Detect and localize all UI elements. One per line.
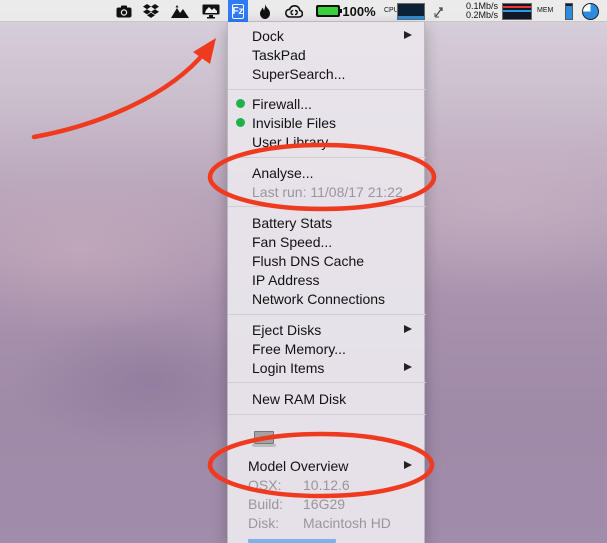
submenu-arrow-icon xyxy=(404,325,412,333)
camera-icon[interactable] xyxy=(114,0,134,22)
menu-item-invisible-files[interactable]: Invisible Files xyxy=(228,113,426,132)
menu-item-battery-stats[interactable]: Battery Stats xyxy=(228,213,426,232)
laptop-icon xyxy=(252,431,276,447)
menu-item-login-items[interactable]: Login Items xyxy=(228,358,426,377)
menu-item-ip-address[interactable]: IP Address xyxy=(228,270,426,289)
menu-item-analyse[interactable]: Analyse... xyxy=(228,163,426,182)
info-row-disk: Disk: Macintosh HD xyxy=(248,514,391,531)
menu-item-flush-dns[interactable]: Flush DNS Cache xyxy=(228,251,426,270)
network-speed[interactable]: 0.1Mb/s 0.2Mb/s xyxy=(452,0,498,22)
net-down-text: 0.2Mb/s xyxy=(465,10,498,20)
info-row-build: Build: 16G29 xyxy=(248,495,346,512)
battery-icon[interactable] xyxy=(314,0,342,22)
menu-item-fan-speed[interactable]: Fan Speed... xyxy=(228,232,426,251)
submenu-arrow-icon xyxy=(404,363,412,371)
menu-item-last-run: Last run: 11/08/17 21:22 xyxy=(252,183,403,200)
menu-separator xyxy=(228,157,426,158)
creative-cloud-icon[interactable] xyxy=(283,0,305,22)
menu-bottom-highlight xyxy=(248,539,336,543)
display-icon[interactable] xyxy=(200,0,222,22)
menu-item-model-overview[interactable]: Model Overview xyxy=(228,456,426,475)
annotation-arrowhead xyxy=(193,38,216,64)
annotation-arrow xyxy=(31,49,208,140)
info-row-osx: OSX: 10.12.6 xyxy=(248,476,350,493)
menu-separator xyxy=(228,206,426,207)
status-dot-icon xyxy=(236,99,245,108)
menu-item-taskpad[interactable]: TaskPad xyxy=(228,45,426,64)
flame-icon[interactable] xyxy=(256,0,274,22)
menu-item-dock[interactable]: Dock xyxy=(228,26,426,45)
fz-glyph: Fz xyxy=(232,3,244,19)
mountain-icon[interactable] xyxy=(169,0,191,22)
cpu-graph[interactable] xyxy=(395,0,427,22)
memory-bar[interactable] xyxy=(563,0,575,22)
disk-pie-icon[interactable] xyxy=(579,0,601,22)
menu-separator xyxy=(228,414,426,415)
menu-item-network-connections[interactable]: Network Connections xyxy=(228,289,426,308)
menu-item-firewall[interactable]: Firewall... xyxy=(228,94,426,113)
mem-label: MEM xyxy=(536,0,554,22)
menu-separator xyxy=(228,382,426,383)
network-arrows-icon xyxy=(432,0,446,22)
cpu-label-text: CPU xyxy=(384,7,399,14)
cpu-label: CPU xyxy=(383,0,399,22)
submenu-arrow-icon xyxy=(404,31,412,39)
mem-label-text: MEM xyxy=(537,7,554,14)
battery-percent[interactable]: 100% xyxy=(340,0,378,22)
menu-item-new-ram-disk[interactable]: New RAM Disk xyxy=(228,389,426,408)
menu-item-user-library[interactable]: User Library xyxy=(228,132,426,151)
fz-app-icon[interactable]: Fz xyxy=(228,0,248,22)
network-graph[interactable] xyxy=(500,0,534,22)
fz-dropdown-menu: Dock TaskPad SuperSearch... Firewall... … xyxy=(227,22,426,543)
menu-item-supersearch[interactable]: SuperSearch... xyxy=(228,64,426,83)
dropbox-icon[interactable] xyxy=(141,0,161,22)
menu-item-free-memory[interactable]: Free Memory... xyxy=(228,339,426,358)
menu-bar: Fz 100% CPU 0.1Mb/s 0.2Mb/s MEM xyxy=(0,0,607,22)
menu-item-eject-disks[interactable]: Eject Disks xyxy=(228,320,426,339)
menu-separator xyxy=(228,314,426,315)
status-dot-icon xyxy=(236,118,245,127)
submenu-arrow-icon xyxy=(404,461,412,469)
menu-separator xyxy=(228,89,426,90)
